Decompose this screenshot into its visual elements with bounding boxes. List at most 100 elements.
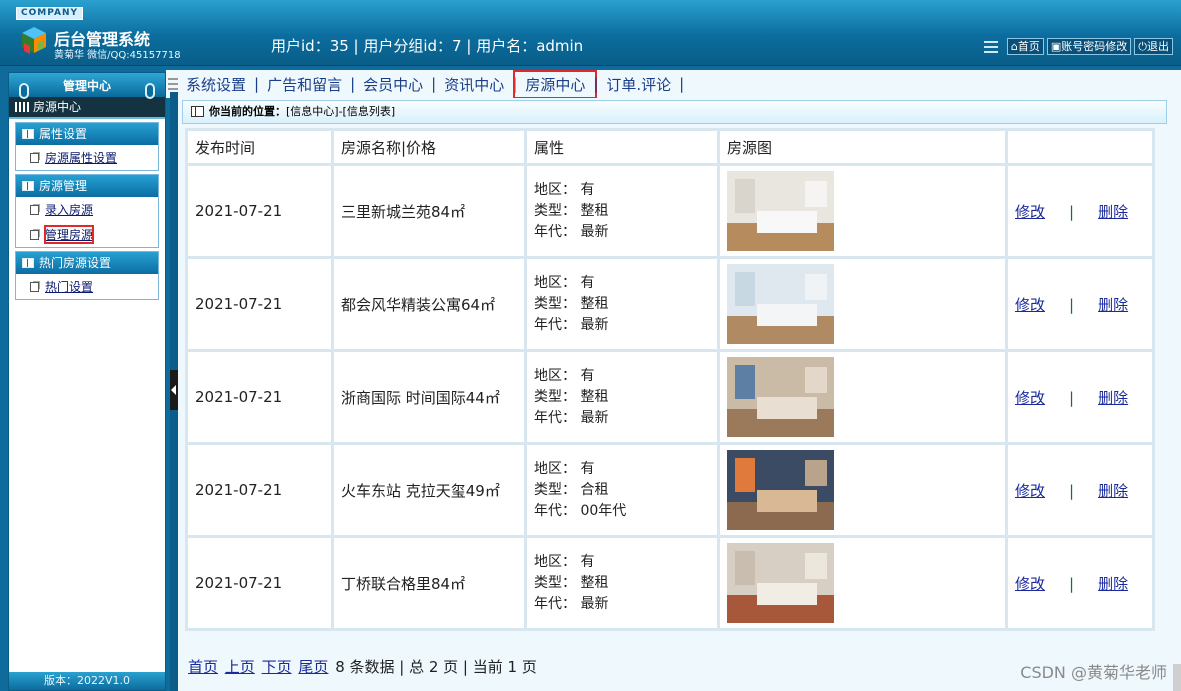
- house-name: 都会风华精装公寓64㎡: [341, 295, 496, 314]
- column-header: 房源图: [720, 131, 1005, 163]
- column-header: 房源名称|价格: [334, 131, 524, 163]
- edit-link[interactable]: 修改: [1015, 482, 1045, 500]
- breadcrumb: 你当前的位置：[信息中心]-[信息列表]: [182, 100, 1167, 124]
- scrollbar[interactable]: [1173, 664, 1181, 691]
- pager-last-link[interactable]: 尾页: [298, 658, 328, 676]
- table-row: 2021-07-21 三里新城兰苑84㎡ 地区： 有 类型： 整租 年代： 最新…: [188, 166, 1152, 256]
- sidebar-group-hot: 热门房源设置 热门设置: [15, 251, 159, 300]
- nav-item-news[interactable]: 资讯中心: [436, 74, 512, 95]
- sidebar-link-add-house[interactable]: 录入房源: [16, 197, 158, 222]
- bedroom-photo[interactable]: [727, 450, 834, 530]
- attr-region: 地区： 有: [534, 367, 595, 384]
- cell-image: [720, 352, 1005, 442]
- sidebar: 管理中心 房源中心 属性设置 房源属性设置 房源管理 录入房源 管理房源 热门房…: [8, 72, 166, 691]
- sidebar-heading: 管理中心: [9, 73, 165, 99]
- publish-date: 2021-07-21: [195, 481, 283, 499]
- attr-type: 类型： 整租: [534, 295, 609, 312]
- column-header: [1008, 131, 1152, 163]
- cell-date: 2021-07-21: [188, 538, 331, 628]
- table-row: 2021-07-21 都会风华精装公寓64㎡ 地区： 有 类型： 整租 年代： …: [188, 259, 1152, 349]
- attr-age: 年代： 最新: [534, 316, 609, 333]
- watermark: CSDN @黄菊华老师: [1020, 663, 1167, 682]
- cell-actions: 修改 | 删除: [1008, 352, 1152, 442]
- menu-icon: [983, 40, 998, 53]
- cell-actions: 修改 | 删除: [1008, 538, 1152, 628]
- delete-link[interactable]: 删除: [1098, 203, 1128, 221]
- cell-actions: 修改 | 删除: [1008, 166, 1152, 256]
- sidebar-link-hot-settings[interactable]: 热门设置: [16, 274, 158, 299]
- pager-next-link[interactable]: 下页: [262, 658, 292, 676]
- nav-item-orders[interactable]: 订单.评论: [598, 74, 679, 95]
- column-header: 属性: [527, 131, 717, 163]
- publish-date: 2021-07-21: [195, 295, 283, 313]
- delete-link[interactable]: 删除: [1098, 575, 1128, 593]
- window-icon: [191, 106, 204, 117]
- cell-image: [720, 445, 1005, 535]
- sidebar-group-title[interactable]: 热门房源设置: [16, 252, 158, 274]
- pager-prev-link[interactable]: 上页: [225, 658, 255, 676]
- collapse-handle-icon[interactable]: [170, 370, 178, 410]
- living-room-photo[interactable]: [727, 264, 834, 344]
- action-separator: |: [1069, 295, 1075, 314]
- edit-link[interactable]: 修改: [1015, 389, 1045, 407]
- cell-attributes: 地区： 有 类型： 合租 年代： 00年代: [527, 445, 717, 535]
- pager-first-link[interactable]: 首页: [188, 658, 218, 676]
- password-change-button[interactable]: ▣账号密码修改: [1046, 38, 1132, 55]
- home-button[interactable]: ⌂首页: [1006, 38, 1044, 55]
- house-name: 丁桥联合格里84㎡: [341, 574, 466, 593]
- nav-item-members[interactable]: 会员中心: [355, 74, 431, 95]
- document-icon: [30, 204, 39, 215]
- delete-link[interactable]: 删除: [1098, 482, 1128, 500]
- binder-ring-icon: [145, 83, 155, 99]
- publish-date: 2021-07-21: [195, 388, 283, 406]
- pager-summary: 8 条数据 | 总 2 页 | 当前 1 页: [335, 658, 537, 676]
- logout-button[interactable]: ⏻退出: [1134, 38, 1173, 55]
- edit-link[interactable]: 修改: [1015, 575, 1045, 593]
- studio-photo[interactable]: [727, 357, 834, 437]
- edit-link[interactable]: 修改: [1015, 296, 1045, 314]
- house-name: 火车东站 克拉天玺49㎡: [341, 481, 500, 500]
- cube-logo-icon: [22, 27, 46, 54]
- action-separator: |: [1069, 481, 1075, 500]
- cell-name: 火车东站 克拉天玺49㎡: [334, 445, 524, 535]
- hallway-photo[interactable]: [727, 543, 834, 623]
- action-separator: |: [1069, 202, 1075, 221]
- house-table: 发布时间 房源名称|价格 属性 房源图 2021-07-21 三里新城兰苑84㎡…: [185, 128, 1155, 631]
- delete-link[interactable]: 删除: [1098, 296, 1128, 314]
- house-table-wrap: 发布时间 房源名称|价格 属性 房源图 2021-07-21 三里新城兰苑84㎡…: [185, 128, 1155, 631]
- attr-type: 类型： 整租: [534, 202, 609, 219]
- nav-menu-icon: [168, 78, 178, 90]
- edit-link[interactable]: 修改: [1015, 203, 1045, 221]
- action-separator: |: [1069, 574, 1075, 593]
- cell-attributes: 地区： 有 类型： 整租 年代： 最新: [527, 259, 717, 349]
- attr-region: 地区： 有: [534, 181, 595, 198]
- sidebar-current-section: 房源中心: [9, 97, 165, 119]
- cell-date: 2021-07-21: [188, 445, 331, 535]
- company-badge: COMPANY: [16, 7, 83, 20]
- sidebar-group-title[interactable]: 属性设置: [16, 123, 158, 145]
- nav-item-ads[interactable]: 广告和留言: [259, 74, 350, 95]
- cell-attributes: 地区： 有 类型： 整租 年代： 最新: [527, 166, 717, 256]
- table-header-row: 发布时间 房源名称|价格 属性 房源图: [188, 131, 1152, 163]
- nav-item-system[interactable]: 系统设置: [178, 74, 254, 95]
- attr-type: 类型： 整租: [534, 388, 609, 405]
- attr-age: 年代： 最新: [534, 595, 609, 612]
- delete-link[interactable]: 删除: [1098, 389, 1128, 407]
- system-subtitle: 黄菊华 微信/QQ:45157718: [54, 50, 181, 61]
- key-icon: ▣: [1050, 40, 1062, 53]
- sidebar-link-manage-house[interactable]: 管理房源: [16, 222, 158, 247]
- cell-image: [720, 538, 1005, 628]
- power-icon: ⏻: [1138, 40, 1147, 53]
- action-separator: |: [1069, 388, 1075, 407]
- attr-type: 类型： 整租: [534, 574, 609, 591]
- sidebar-link-attribute-settings[interactable]: 房源属性设置: [16, 145, 158, 170]
- document-icon: [30, 229, 39, 240]
- sidebar-group-title[interactable]: 房源管理: [16, 175, 158, 197]
- cell-date: 2021-07-21: [188, 166, 331, 256]
- top-links: ⌂首页 ▣账号密码修改 ⏻退出: [983, 38, 1173, 55]
- cell-image: [720, 259, 1005, 349]
- bedroom-photo[interactable]: [727, 171, 834, 251]
- nav-item-housing[interactable]: 房源中心: [513, 69, 598, 99]
- version-label: 版本：2022V1.0: [9, 672, 165, 690]
- nav-separator: |: [679, 75, 685, 93]
